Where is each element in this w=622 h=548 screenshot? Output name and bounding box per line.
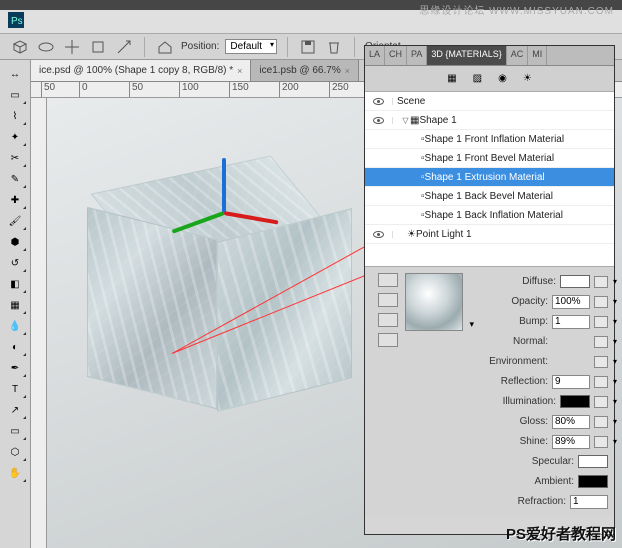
scene-row-material[interactable]: ▫ Shape 1 Front Inflation Material	[365, 130, 614, 149]
pen-tool[interactable]: ✒	[3, 358, 27, 378]
filter-material-icon[interactable]: ◉	[498, 73, 507, 84]
texture-icon[interactable]	[594, 416, 608, 428]
position-dropdown[interactable]: Default	[225, 39, 277, 54]
marquee-tool[interactable]: ▭	[3, 85, 27, 105]
texture-icon[interactable]	[594, 336, 608, 348]
texture-icon[interactable]	[594, 376, 608, 388]
3d-pan-icon[interactable]	[62, 37, 82, 57]
close-icon[interactable]: ×	[237, 66, 242, 76]
reflection-input[interactable]	[552, 375, 590, 389]
refraction-input[interactable]	[570, 495, 608, 509]
scene-row-light[interactable]: ☀ Point Light 1	[365, 225, 614, 244]
texture-icon[interactable]	[594, 396, 608, 408]
filter-light-icon[interactable]: ☀	[523, 73, 532, 84]
svg-text:Ps: Ps	[11, 16, 23, 27]
crop-tool[interactable]: ✂	[3, 148, 27, 168]
illumination-swatch[interactable]	[560, 395, 590, 408]
scene-row-material[interactable]: ▫ Shape 1 Back Inflation Material	[365, 206, 614, 225]
trash-icon[interactable]	[324, 37, 344, 57]
tab-layers[interactable]: LA	[365, 46, 385, 65]
watermark-top: 思缘设计论坛 WWW.MISSYUAN.COM	[419, 2, 614, 17]
tools-panel: ↔ ▭ ⌇ ✦ ✂ ✎ ✚ 🖌 ⬢ ↺ ◧ ▦ 💧 ◐ ✒ T ↗ ▭ ⬡ ✋	[0, 60, 31, 548]
texture-icon[interactable]	[594, 316, 608, 328]
wand-tool[interactable]: ✦	[3, 127, 27, 147]
3d-rotate-icon[interactable]	[36, 37, 56, 57]
material-apply-icon[interactable]	[378, 333, 398, 347]
ps-logo-icon: Ps	[8, 12, 24, 31]
lasso-tool[interactable]: ⌇	[3, 106, 27, 126]
material-picker-icon[interactable]	[378, 273, 398, 287]
panels-dock: LA CH PA 3D {MATERIALS} AC MI ▦ ▨ ◉ ☀ Sc…	[364, 45, 615, 535]
brush-tool[interactable]: 🖌	[3, 211, 27, 231]
hand-tool[interactable]: ✋	[3, 463, 27, 483]
panel-tabs: LA CH PA 3D {MATERIALS} AC MI	[365, 46, 614, 66]
scene-row-material[interactable]: ▫ Shape 1 Back Bevel Material	[365, 187, 614, 206]
3d-object-icon[interactable]	[10, 37, 30, 57]
close-icon[interactable]: ×	[345, 66, 350, 76]
shine-input[interactable]	[552, 435, 590, 449]
texture-icon[interactable]	[594, 436, 608, 448]
save-icon[interactable]	[298, 37, 318, 57]
move-tool[interactable]: ↔	[3, 64, 27, 84]
scene-row-root[interactable]: Scene	[365, 92, 614, 111]
texture-icon[interactable]	[594, 276, 608, 288]
specular-swatch[interactable]	[578, 455, 608, 468]
blur-tool[interactable]: 💧	[3, 316, 27, 336]
tab-channels[interactable]: CH	[385, 46, 407, 65]
tab-3d-materials[interactable]: 3D {MATERIALS}	[427, 46, 506, 65]
material-properties: Diffuse: Opacity: Bump: Normal: Environm…	[365, 266, 614, 516]
tab-actions[interactable]: AC	[507, 46, 529, 65]
type-tool[interactable]: T	[3, 379, 27, 399]
3d-filter-icons: ▦ ▨ ◉ ☀	[365, 66, 614, 92]
tab-mi[interactable]: MI	[528, 46, 547, 65]
stamp-tool[interactable]: ⬢	[3, 232, 27, 252]
texture-icon[interactable]	[594, 296, 608, 308]
ice-cube-3d[interactable]	[87, 168, 342, 423]
filter-mesh-icon[interactable]: ▨	[473, 73, 482, 84]
scene-row-material[interactable]: ▫ Shape 1 Front Bevel Material	[365, 149, 614, 168]
ambient-swatch[interactable]	[578, 475, 608, 488]
shape-tool[interactable]: ▭	[3, 421, 27, 441]
gradient-tool[interactable]: ▦	[3, 295, 27, 315]
3d-slide-icon[interactable]	[88, 37, 108, 57]
opacity-input[interactable]	[552, 295, 590, 309]
3d-scale-icon[interactable]	[114, 37, 134, 57]
tab-paths[interactable]: PA	[407, 46, 427, 65]
dodge-tool[interactable]: ◐	[3, 337, 27, 357]
3d-scene-list[interactable]: Scene ▽▦ Shape 1 ▫ Shape 1 Front Inflati…	[365, 92, 614, 266]
filter-all-icon[interactable]: ▦	[447, 73, 456, 84]
material-preview[interactable]	[405, 273, 463, 331]
material-load-icon[interactable]	[378, 313, 398, 327]
scene-row-material-selected[interactable]: ▫ Shape 1 Extrusion Material	[365, 168, 614, 187]
texture-icon[interactable]	[594, 356, 608, 368]
bump-input[interactable]	[552, 315, 590, 329]
watermark-bottom: PS爱好者教程网	[506, 523, 616, 544]
eyedropper-tool[interactable]: ✎	[3, 169, 27, 189]
gloss-input[interactable]	[552, 415, 590, 429]
tab-ice1-psb[interactable]: ice1.psb @ 66.7%×	[251, 60, 359, 81]
history-brush-tool[interactable]: ↺	[3, 253, 27, 273]
path-tool[interactable]: ↗	[3, 400, 27, 420]
heal-tool[interactable]: ✚	[3, 190, 27, 210]
3d-tool[interactable]: ⬡	[3, 442, 27, 462]
diffuse-swatch[interactable]	[560, 275, 590, 288]
home-icon[interactable]	[155, 37, 175, 57]
scene-row-shape[interactable]: ▽▦ Shape 1	[365, 111, 614, 130]
eraser-tool[interactable]: ◧	[3, 274, 27, 294]
ruler-vertical	[31, 98, 47, 548]
position-label: Position:	[181, 41, 219, 52]
material-drop-icon[interactable]	[378, 293, 398, 307]
tab-ice-psd[interactable]: ice.psd @ 100% (Shape 1 copy 8, RGB/8) *…	[31, 60, 251, 81]
